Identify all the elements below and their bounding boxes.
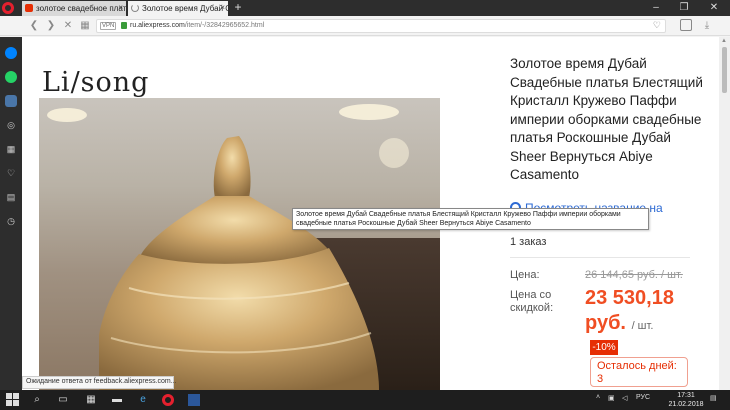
volume-icon[interactable]: ◁ — [622, 394, 627, 402]
back-icon[interactable]: ❮ — [27, 19, 41, 33]
url-path: /item/-/32842965652.html — [184, 22, 265, 29]
history-icon[interactable]: ◷ — [5, 215, 17, 227]
bookmarks-heart-icon[interactable]: ♡ — [5, 167, 17, 179]
keyboard-language[interactable]: РУС — [636, 394, 650, 401]
file-explorer-icon[interactable]: ▬ — [110, 393, 124, 407]
brand-logo: Li/song — [42, 67, 150, 98]
snapshot-icon[interactable] — [680, 19, 692, 31]
bookmark-heart-icon[interactable]: ♡ — [653, 20, 661, 31]
url-host: ru.aliexpress.com — [130, 22, 185, 29]
tab-close-icon[interactable]: × — [220, 3, 225, 12]
tab-title: золотое свадебное платья — [36, 4, 126, 13]
vpn-badge[interactable]: VPN — [100, 22, 117, 30]
browser-tab-bar: золотое свадебное платья × Золотое время… — [0, 0, 730, 16]
task-view-icon[interactable]: ▭ — [56, 393, 70, 407]
url-field[interactable]: VPN ru.aliexpress.com/item/-/32842965652… — [96, 19, 666, 33]
page-scrollbar[interactable]: ▲ — [719, 37, 730, 390]
download-icon[interactable]: ⤓ — [700, 19, 714, 33]
chandelier — [379, 138, 409, 168]
product-title: Золотое время Дубай Свадебные платья Бле… — [510, 56, 703, 182]
address-bar: ❮ ❯ ✕ ▦ VPN ru.aliexpress.com/item/-/328… — [0, 16, 730, 36]
messenger-icon[interactable] — [5, 47, 17, 59]
windows-taskbar: ⌕ ▭ ▦ ▬ e ˄ ▣ ◁ РУС 17:31 21.02.2018 ▤ — [0, 390, 730, 410]
calculator-icon[interactable]: ▦ — [84, 393, 98, 407]
speed-dial-icon[interactable]: ▦ — [78, 19, 92, 33]
discounted-price-value: 23 530,18 руб. — [585, 287, 674, 334]
ceiling-light — [47, 108, 87, 122]
price-label: Цена: — [510, 269, 540, 281]
tab-title: Золотое время Дубай Св — [142, 4, 228, 13]
stop-loading-icon[interactable]: ✕ — [61, 19, 75, 33]
original-price: 26 144,65 руб. / шт. — [585, 269, 683, 281]
opera-sidebar: ◎ ▦ ♡ ▤ ◷ — [0, 37, 22, 390]
per-unit-label: / шт. — [631, 320, 654, 332]
whatsapp-icon[interactable] — [5, 71, 17, 83]
clock-date: 21.02.2018 — [668, 401, 704, 408]
discount-price-label: Цена со скидкой: — [510, 289, 554, 314]
opera-taskbar-icon[interactable] — [162, 394, 174, 406]
close-window-button[interactable]: ✕ — [700, 0, 728, 16]
scrollbar-thumb[interactable] — [722, 47, 727, 93]
discounted-price: 23 530,18 руб. / шт. — [585, 286, 705, 339]
days-left-box: Осталось дней: 3 — [590, 357, 688, 387]
divider — [510, 257, 690, 258]
clock[interactable]: 17:31 21.02.2018 — [666, 391, 706, 409]
search-icon[interactable]: ⌕ — [30, 393, 44, 407]
snapshot-camera-icon[interactable]: ◎ — [5, 119, 17, 131]
opera-menu-icon[interactable] — [2, 2, 14, 14]
minimize-button[interactable]: – — [642, 0, 670, 16]
notifications-icon[interactable]: ▤ — [710, 394, 717, 402]
network-icon[interactable]: ▣ — [608, 394, 615, 402]
forward-icon[interactable]: ❯ — [44, 19, 58, 33]
windows-start-icon[interactable] — [6, 393, 20, 407]
discount-badge: -10% — [590, 340, 618, 355]
speed-dial-grid-icon[interactable]: ▦ — [5, 143, 17, 155]
maximize-button[interactable]: ❐ — [670, 0, 698, 16]
clock-time: 17:31 — [677, 392, 695, 399]
gold-gown-illustration — [99, 136, 379, 390]
vk-icon[interactable] — [5, 95, 17, 107]
status-bar: Ожидание ответа от feedback.aliexpress.c… — [22, 376, 177, 389]
tab-search-results[interactable]: золотое свадебное платья × — [22, 1, 126, 16]
new-tab-button[interactable]: + — [231, 0, 245, 16]
news-icon[interactable]: ▤ — [5, 191, 17, 203]
aliexpress-favicon-icon — [25, 4, 33, 12]
tab-close-icon[interactable]: × — [118, 3, 123, 12]
screen: золотое свадебное платья × Золотое время… — [0, 0, 730, 410]
word-icon[interactable] — [188, 394, 200, 406]
edge-icon[interactable]: e — [136, 393, 150, 407]
orders-count[interactable]: 1 заказ — [510, 236, 546, 248]
lock-icon[interactable] — [121, 22, 127, 29]
tab-product-page[interactable]: Золотое время Дубай Св × — [128, 1, 228, 16]
tray-chevron-icon[interactable]: ˄ — [596, 394, 600, 401]
title-tooltip: Золотое время Дубай Свадебные платья Бле… — [292, 208, 649, 230]
product-image[interactable] — [39, 98, 440, 390]
scroll-up-icon[interactable]: ▲ — [721, 38, 727, 44]
url-text[interactable]: ru.aliexpress.com/item/-/32842965652.htm… — [130, 22, 264, 29]
loading-spinner-icon — [131, 4, 139, 12]
